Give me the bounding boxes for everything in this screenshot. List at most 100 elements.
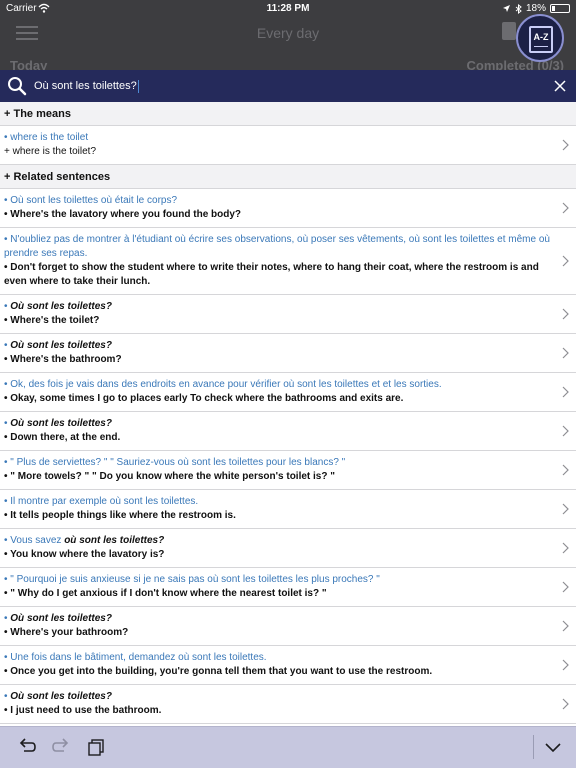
french-text: Où sont les toilettes où était le corps?: [10, 195, 178, 206]
french-text: Vous savez: [10, 535, 65, 546]
list-item[interactable]: • Où sont les toilettes? • Where's the ba…: [0, 334, 576, 373]
french-italic-text: Où sont les toilettes?: [10, 613, 112, 624]
english-text: " More towels? " " Do you know where the…: [10, 471, 335, 482]
chevron-right-icon: [562, 255, 569, 267]
search-query-text: Où sont les toilettes?: [34, 80, 137, 92]
english-text: where is the toilet?: [12, 146, 97, 157]
english-translation: • Once you get into the building, you're…: [4, 666, 433, 677]
english-translation: • Where's your bathroom?: [4, 627, 129, 638]
results-list[interactable]: + The means • where is the toilet + where…: [0, 102, 576, 726]
status-bar: Carrier 11:28 PM 18%: [0, 0, 576, 18]
book-icon: A-Z: [529, 26, 553, 53]
english-translation: • Okay, some times I go to places early …: [4, 393, 404, 404]
english-translation: • I just need to use the bathroom.: [4, 705, 162, 716]
search-input[interactable]: Où sont les toilettes?: [34, 70, 534, 102]
french-italic-text: Où sont les toilettes?: [10, 691, 112, 702]
list-item[interactable]: • Une fois dans le bâtiment, demandez où…: [0, 646, 576, 685]
close-icon[interactable]: [553, 79, 567, 93]
list-item[interactable]: • Il montre par exemple où sont les toil…: [0, 490, 576, 529]
english-translation: • Where's the bathroom?: [4, 354, 122, 365]
french-sentence: • Où sont les toilettes?: [4, 691, 112, 702]
french-sentence: • Où sont les toilettes?: [4, 301, 112, 312]
document-icon[interactable]: [502, 22, 516, 40]
chevron-right-icon: [562, 659, 569, 671]
english-translation: • Don't forget to show the student where…: [4, 262, 539, 287]
list-item[interactable]: • Ok, des fois je vais dans des endroits…: [0, 373, 576, 412]
means-list: • where is the toilet + where is the toil…: [0, 126, 576, 165]
english-text: Okay, some times I go to places early To…: [10, 393, 404, 404]
az-label: A-Z: [533, 32, 549, 42]
chevron-right-icon: [562, 542, 569, 554]
search-bar: Où sont les toilettes?: [0, 70, 576, 102]
english-translation: + where is the toilet?: [4, 146, 97, 157]
list-item[interactable]: • N'oubliez pas de montrer à l'étudiant …: [0, 228, 576, 295]
chevron-right-icon: [562, 698, 569, 710]
chevron-right-icon: [562, 581, 569, 593]
chevron-right-icon: [562, 425, 569, 437]
french-sentence: • Il montre par exemple où sont les toil…: [4, 496, 199, 507]
french-text: " Plus de serviettes? " " Sauriez-vous o…: [10, 457, 346, 468]
french-sentence: • N'oubliez pas de montrer à l'étudiant …: [4, 234, 550, 259]
bottom-toolbar: [0, 726, 576, 768]
english-text: Where's the toilet?: [10, 315, 100, 326]
section-header-related[interactable]: + Related sentences: [0, 165, 576, 189]
french-italic-text: Où sont les toilettes?: [10, 340, 112, 351]
english-text: Down there, at the end.: [10, 432, 121, 443]
battery-level: [552, 6, 556, 11]
list-item[interactable]: • " Plus de serviettes? " " Sauriez-vous…: [0, 451, 576, 490]
french-text: where is the toilet: [10, 132, 89, 143]
french-text: N'oubliez pas de montrer à l'étudiant où…: [4, 234, 550, 259]
related-list: • Où sont les toilettes où était le corp…: [0, 189, 576, 726]
chevron-right-icon: [562, 503, 569, 515]
french-sentence: • Où sont les toilettes?: [4, 613, 112, 624]
az-dictionary-button[interactable]: A-Z: [516, 14, 564, 62]
copy-icon[interactable]: [86, 737, 106, 757]
english-translation: • Where's the toilet?: [4, 315, 100, 326]
english-translation: • It tells people things like where the …: [4, 510, 236, 521]
french-text: " Pourquoi je suis anxieuse si je ne sai…: [10, 574, 380, 585]
redo-icon[interactable]: [51, 737, 71, 757]
english-translation: • Where's the lavatory where you found t…: [4, 209, 242, 220]
list-item[interactable]: • Où sont les toilettes? • Where's your b…: [0, 607, 576, 646]
magnifier-icon[interactable]: [7, 76, 27, 96]
list-item[interactable]: • Vous savez où sont les toilettes? • You…: [0, 529, 576, 568]
english-translation: • " Why do I get anxious if I don't know…: [4, 588, 327, 599]
list-item[interactable]: • Où sont les toilettes? • Down there, at…: [0, 412, 576, 451]
english-text: Where's your bathroom?: [10, 627, 129, 638]
chevron-down-icon[interactable]: [543, 737, 563, 757]
chevron-right-icon: [562, 347, 569, 359]
french-sentence: • Où sont les toilettes?: [4, 418, 112, 429]
french-italic-text: où sont les toilettes?: [64, 535, 165, 546]
status-time: 11:28 PM: [266, 3, 310, 14]
french-sentence: • " Plus de serviettes? " " Sauriez-vous…: [4, 457, 346, 468]
chevron-right-icon: [562, 202, 569, 214]
french-sentence: • where is the toilet: [4, 132, 89, 143]
toolbar-separator: [533, 735, 534, 759]
english-text: I just need to use the bathroom.: [10, 705, 162, 716]
nav-title: Every day: [256, 25, 320, 41]
french-text: Il montre par exemple où sont les toilet…: [10, 496, 199, 507]
french-italic-text: Où sont les toilettes?: [10, 418, 112, 429]
list-item[interactable]: • Où sont les toilettes? • I just need to…: [0, 685, 576, 724]
english-translation: • You know where the lavatory is?: [4, 549, 165, 560]
chevron-right-icon: [562, 464, 569, 476]
nav-bar: Every day Today Completed (0/3): [0, 18, 576, 73]
french-text: Une fois dans le bâtiment, demandez où s…: [10, 652, 267, 663]
chevron-right-icon: [562, 386, 569, 398]
section-header-means[interactable]: + The means: [0, 102, 576, 126]
list-item[interactable]: • Où sont les toilettes? • Where's the to…: [0, 295, 576, 334]
chevron-right-icon: [562, 620, 569, 632]
english-text: You know where the lavatory is?: [10, 549, 165, 560]
battery-icon: [550, 4, 570, 13]
english-translation: • Down there, at the end.: [4, 432, 121, 443]
english-text: Where's the lavatory where you found the…: [10, 209, 242, 220]
undo-icon[interactable]: [17, 737, 37, 757]
chevron-right-icon: [562, 139, 569, 151]
chevron-right-icon: [562, 308, 569, 320]
french-sentence: • Où sont les toilettes?: [4, 340, 112, 351]
list-item[interactable]: • Où sont les toilettes où était le corp…: [0, 189, 576, 228]
french-sentence: • Où sont les toilettes où était le corp…: [4, 195, 178, 206]
list-item[interactable]: • " Pourquoi je suis anxieuse si je ne s…: [0, 568, 576, 607]
french-text: Ok, des fois je vais dans des endroits e…: [10, 379, 442, 390]
list-item[interactable]: • where is the toilet + where is the toil…: [0, 126, 576, 165]
